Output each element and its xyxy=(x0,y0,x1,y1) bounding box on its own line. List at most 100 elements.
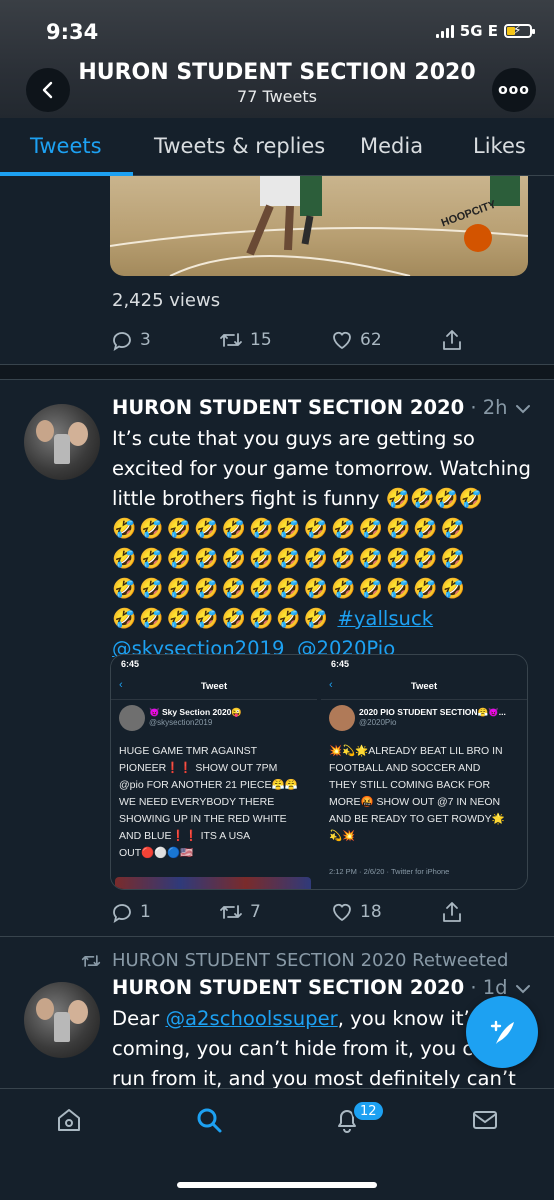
like-button[interactable]: 62 xyxy=(330,328,382,352)
battery-icon: ⚡ xyxy=(504,23,535,38)
search-icon xyxy=(197,1108,222,1133)
embedded-avatar xyxy=(329,705,355,731)
share-icon xyxy=(443,330,461,350)
status-indicators: 5G E ⚡ xyxy=(435,22,535,40)
embedded-author-handle: @2020Pio xyxy=(359,718,397,727)
share-icon xyxy=(443,902,461,922)
home-icon xyxy=(58,1109,80,1131)
embedded-author-name: 2020 PIO STUDENT SECTION😤😈... xyxy=(359,707,506,717)
reply-count: 1 xyxy=(140,902,151,922)
tab-tweets[interactable]: Tweets xyxy=(30,134,102,158)
avatar[interactable] xyxy=(24,982,100,1058)
emoji-line: 🤣🤣🤣🤣🤣🤣🤣🤣🤣🤣🤣🤣🤣 xyxy=(112,577,469,600)
media-image-left[interactable]: 6:45 ‹ Tweet 😈 Sky Section 2020😜 @skysec… xyxy=(111,655,317,889)
avatar[interactable] xyxy=(24,404,100,480)
hashtag-link[interactable]: #yallsuck xyxy=(337,607,433,630)
embedded-title: Tweet xyxy=(200,681,228,692)
tweet-text: It’s cute that you guys are getting so e… xyxy=(112,424,532,664)
tab-likes[interactable]: Likes xyxy=(473,134,526,158)
retweet-icon xyxy=(220,905,242,919)
tweet-text-line: excited for your game tomorrow. Watching xyxy=(112,457,531,480)
media-image-right[interactable]: 6:45 ‹ Tweet 2020 PIO STUDENT SECTION😤😈.… xyxy=(321,655,527,889)
reply-button[interactable]: 1 xyxy=(110,900,151,924)
tweet-text-line: run from it, and you most definitely can… xyxy=(112,1067,516,1088)
feather-plus-icon xyxy=(490,1020,514,1044)
emoji-line: 🤣🤣🤣🤣🤣🤣🤣🤣🤣🤣🤣🤣🤣 xyxy=(112,547,469,570)
basketball-court-graphic xyxy=(110,176,528,276)
home-indicator xyxy=(177,1182,377,1188)
tweet-author-name[interactable]: HURON STUDENT SECTION 2020 xyxy=(112,976,464,999)
nav-home[interactable] xyxy=(54,1105,84,1139)
more-options-button[interactable]: ooo xyxy=(492,68,536,112)
embedded-text-line: AND BE READY TO GET ROWDY🌟 xyxy=(329,813,505,825)
tweet-time: · 2h xyxy=(470,396,508,419)
embedded-divider xyxy=(111,699,317,700)
embedded-text-line: AND BLUE❗️❗️ ITS A USA xyxy=(119,830,251,842)
tweet-separator xyxy=(0,364,554,380)
reply-button[interactable]: 3 xyxy=(110,328,151,352)
retweet-count: 15 xyxy=(250,330,272,350)
nav-messages[interactable] xyxy=(470,1105,500,1139)
embedded-author-handle: @skysection2019 xyxy=(149,718,213,727)
embedded-text-line: SHOWING UP IN THE RED WHITE xyxy=(119,813,287,825)
reply-icon xyxy=(113,332,131,351)
reply-count: 3 xyxy=(140,330,151,350)
heart-icon xyxy=(333,331,351,350)
tweet-separator xyxy=(0,936,554,937)
like-button[interactable]: 18 xyxy=(330,900,382,924)
tweet-text-line: It’s cute that you guys are getting so xyxy=(112,427,475,450)
video-thumbnail[interactable]: HOOPCITY xyxy=(110,176,528,276)
emoji-line: 🤣🤣🤣🤣🤣🤣🤣🤣🤣🤣🤣🤣🤣 xyxy=(112,517,469,540)
like-count: 18 xyxy=(360,902,382,922)
retweet-icon xyxy=(220,333,242,347)
tweet-media-grid: 6:45 ‹ Tweet 😈 Sky Section 2020😜 @skysec… xyxy=(110,654,528,890)
embedded-divider xyxy=(321,699,527,700)
embedded-text-line: MORE🤬 SHOW OUT @7 IN NEON xyxy=(329,796,501,808)
tab-tweets-replies[interactable]: Tweets & replies xyxy=(154,134,325,158)
tweet-text-fragment: , you know it’s xyxy=(337,1007,480,1030)
retweet-button[interactable]: 7 xyxy=(218,900,261,924)
embedded-tweet-text: 💥💫🌟ALREADY BEAT LIL BRO IN FOOTBALL AND … xyxy=(329,743,519,845)
retweet-count: 7 xyxy=(250,902,261,922)
retweet-button[interactable]: 15 xyxy=(218,328,272,352)
embedded-text-line: THEY STILL COMING BACK FOR xyxy=(329,779,491,791)
status-time: 9:34 xyxy=(46,20,99,44)
tweet-header: HURON STUDENT SECTION 2020 · 2h xyxy=(112,396,508,419)
profile-name: HURON STUDENT SECTION 2020 xyxy=(78,60,476,85)
retweet-icon xyxy=(81,954,101,967)
chevron-down-icon[interactable] xyxy=(514,980,532,998)
mention-link[interactable]: @a2schoolssuper xyxy=(165,1007,337,1030)
signal-icon xyxy=(435,24,454,38)
tweet-author-name[interactable]: HURON STUDENT SECTION 2020 xyxy=(112,396,464,419)
embedded-text-line: FOOTBALL AND SOCCER AND xyxy=(329,762,481,774)
embedded-tweet-meta: 2:12 PM · 2/6/20 · Twitter for iPhone xyxy=(329,867,450,876)
tweet-text-line: little brothers fight is funny 🤣🤣🤣🤣 xyxy=(112,487,484,510)
profile-tabs: Tweets Tweets & replies Media Likes xyxy=(0,118,554,176)
retweet-context-label: HURON STUDENT SECTION 2020 Retweeted xyxy=(112,950,509,971)
embedded-text-line: 💥💫🌟ALREADY BEAT LIL BRO IN xyxy=(329,745,503,757)
embedded-text-line: PIONEER❗️❗️ SHOW OUT 7PM xyxy=(119,762,278,774)
embedded-text-line: OUT🔴⚪🔵🇺🇸 xyxy=(119,847,194,859)
more-icon: ooo xyxy=(498,82,530,98)
view-count: 2,425 views xyxy=(112,290,221,311)
chevron-down-icon[interactable] xyxy=(514,400,532,418)
heart-icon xyxy=(333,903,351,922)
emoji-line-with-hashtag: 🤣🤣🤣🤣🤣🤣🤣🤣 #yallsuck xyxy=(112,604,532,634)
embedded-photo-strip xyxy=(115,877,311,889)
embedded-author-name: 😈 Sky Section 2020😜 xyxy=(149,707,242,717)
profile-title: HURON STUDENT SECTION 2020 77 Tweets xyxy=(0,60,554,106)
embedded-tweet-text: HUGE GAME TMR AGAINST PIONEER❗️❗️ SHOW O… xyxy=(119,743,309,862)
nav-search[interactable] xyxy=(194,1105,224,1139)
tweet-count: 77 Tweets xyxy=(237,87,317,106)
embedded-text-line: @pio FOR ANOTHER 21 PIECE😤😤 xyxy=(119,779,298,791)
embedded-text-line: WE NEED EVERYBODY THERE xyxy=(119,796,275,808)
embedded-text-line: 💫💥 xyxy=(329,830,356,842)
compose-tweet-button[interactable] xyxy=(466,996,538,1068)
tab-media[interactable]: Media xyxy=(360,134,423,158)
share-button[interactable] xyxy=(440,900,464,924)
tweet-header: HURON STUDENT SECTION 2020 · 1d xyxy=(112,976,508,999)
share-button[interactable] xyxy=(440,328,464,352)
mail-icon xyxy=(473,1111,497,1129)
embedded-text-line: HUGE GAME TMR AGAINST xyxy=(119,745,258,757)
reply-icon xyxy=(113,904,131,923)
